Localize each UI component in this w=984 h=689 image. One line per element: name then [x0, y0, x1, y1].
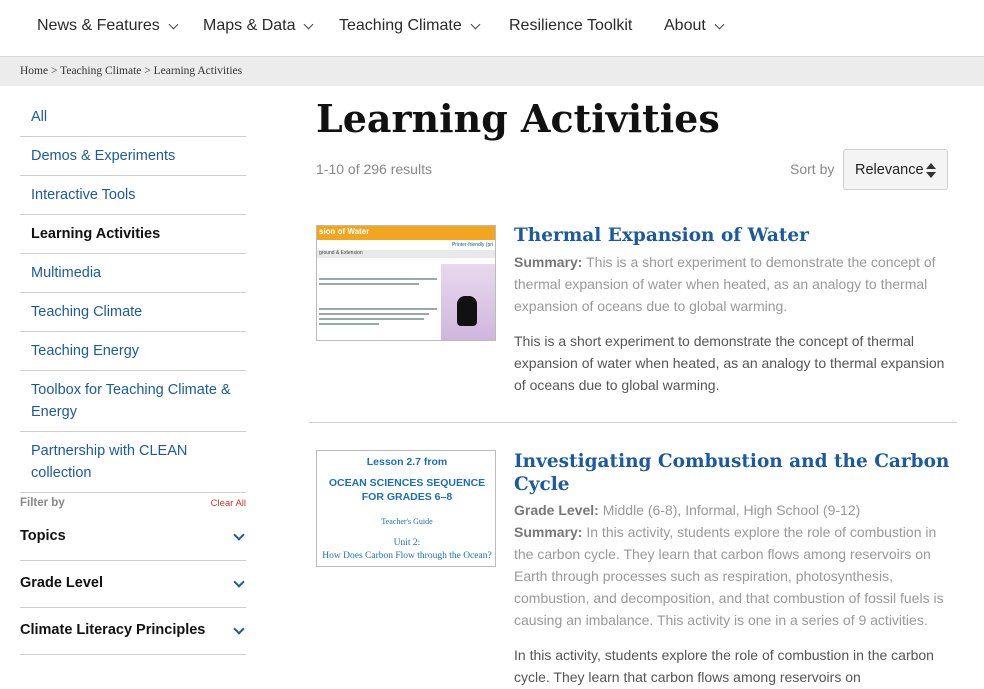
select-arrows-icon: [926, 163, 936, 179]
thumb-text-line: [319, 318, 424, 320]
nav-teaching-climate[interactable]: Teaching Climate: [339, 17, 481, 35]
sidebar-nav: All Demos & Experiments Interactive Tool…: [20, 99, 246, 493]
result-description: In this activity, students explore the r…: [514, 647, 934, 685]
sidebar-item-toolbox[interactable]: Toolbox for Teaching Climate & Energy: [20, 371, 246, 432]
nav-label: Maps & Data: [203, 17, 296, 34]
thumb-header-text: sion of Water: [319, 227, 370, 236]
result-thumbnail[interactable]: sion of Water Printer-friendly (pri grou…: [316, 225, 496, 341]
sidebar-item-demos-experiments[interactable]: Demos & Experiments: [20, 137, 246, 176]
nav-maps-data[interactable]: Maps & Data: [203, 17, 314, 35]
result-body: Thermal Expansion of Water Summary: This…: [514, 224, 950, 396]
result-divider: [309, 422, 957, 423]
breadcrumb[interactable]: Home > Teaching Climate > Learning Activ…: [20, 65, 242, 77]
flask-icon: [457, 296, 477, 326]
facet-label: Topics: [20, 528, 66, 544]
sidebar-item-multimedia[interactable]: Multimedia: [20, 254, 246, 293]
sort-label: Sort by: [790, 161, 835, 177]
filter-by-label: Filter by: [20, 497, 65, 509]
facet-grade-level[interactable]: Grade Level: [20, 561, 246, 608]
sidebar-item-interactive-tools[interactable]: Interactive Tools: [20, 176, 246, 215]
thumb-subheader: ground & Extension: [317, 250, 495, 258]
thumb-text-line: [319, 323, 379, 325]
nav-label: Teaching Climate: [339, 17, 462, 34]
facet-climate-literacy[interactable]: Climate Literacy Principles: [20, 608, 246, 655]
result-title[interactable]: Thermal Expansion of Water: [514, 224, 950, 247]
result-title[interactable]: Investigating Combustion and the Carbon …: [514, 450, 950, 496]
thumb-guide: Teacher's Guide: [381, 517, 433, 526]
chevron-down-icon: [470, 19, 481, 29]
result-item: sion of Water Printer-friendly (pri grou…: [316, 224, 956, 404]
thumb-printer-link: Printer-friendly (pri: [451, 242, 493, 248]
filter-header: Filter by Clear All: [20, 497, 246, 513]
result-description: This is a short experiment to demonstrat…: [514, 333, 945, 393]
top-navigation: News & Features Maps & Data Teaching Cli…: [0, 0, 984, 57]
sidebar-item-clean-collection[interactable]: Partnership with CLEAN collection: [20, 432, 246, 493]
results-count: 1-10 of 296 results: [316, 161, 432, 177]
facet-label: Climate Literacy Principles: [20, 622, 206, 638]
grade-label: Grade Level:: [514, 502, 599, 518]
thumb-unit-title: How Does Carbon Flow through the Ocean?: [322, 551, 492, 561]
thumb-text-line: [319, 313, 429, 315]
sort-select[interactable]: Relevance: [843, 149, 948, 190]
thumb-lesson: Lesson 2.7 from: [366, 456, 448, 468]
nav-label: Resilience Toolkit: [509, 17, 633, 34]
sidebar-item-all[interactable]: All: [20, 99, 246, 137]
chevron-down-icon: [233, 529, 245, 541]
chevron-down-icon: [304, 19, 314, 29]
thumb-seq2: FOR GRADES 6–8: [361, 491, 453, 503]
nav-resilience-toolkit[interactable]: Resilience Toolkit: [509, 17, 632, 35]
breadcrumb-bar: Home > Teaching Climate > Learning Activ…: [0, 57, 984, 86]
nav-news-features[interactable]: News & Features: [37, 17, 179, 35]
thumb-subheader-text: ground & Extension: [319, 250, 363, 256]
result-grade: Grade Level: Middle (6-8), Informal, Hig…: [514, 499, 950, 521]
result-summary: Summary: In this activity, students expl…: [514, 521, 950, 631]
summary-label: Summary:: [514, 254, 583, 270]
chevron-down-icon: [714, 19, 725, 29]
nav-label: News & Features: [37, 17, 160, 34]
sort-value: Relevance: [855, 162, 924, 178]
page-title: Learning Activities: [316, 96, 720, 141]
summary-label: Summary:: [514, 524, 583, 540]
thumb-unit: Unit 2:: [393, 538, 421, 548]
result-summary: Summary: This is a short experiment to d…: [514, 251, 950, 317]
thumb-text-line: [319, 308, 437, 310]
sidebar-item-teaching-energy[interactable]: Teaching Energy: [20, 332, 246, 371]
chevron-down-icon: [233, 576, 245, 588]
nav-about[interactable]: About: [664, 17, 725, 35]
chevron-down-icon: [168, 19, 179, 29]
thumb-text-line: [319, 283, 419, 285]
thumb-seq1: OCEAN SCIENCES SEQUENCE: [328, 477, 486, 489]
grade-text: Middle (6-8), Informal, High School (9-1…: [602, 502, 861, 518]
sidebar-item-teaching-climate[interactable]: Teaching Climate: [20, 293, 246, 332]
thumb-header-bar: sion of Water: [317, 226, 495, 240]
sidebar-item-learning-activities[interactable]: Learning Activities: [20, 215, 246, 254]
facet-label: Grade Level: [20, 575, 104, 591]
facet-topics[interactable]: Topics: [20, 514, 246, 561]
result-item: Lesson 2.7 from OCEAN SCIENCES SEQUENCE …: [316, 450, 956, 689]
nav-label: About: [664, 17, 706, 34]
result-thumbnail[interactable]: Lesson 2.7 from OCEAN SCIENCES SEQUENCE …: [316, 450, 496, 567]
clear-all-link[interactable]: Clear All: [211, 498, 246, 509]
result-body: Investigating Combustion and the Carbon …: [514, 450, 950, 688]
thumb-text-line: [319, 278, 437, 280]
chevron-down-icon: [233, 623, 245, 635]
